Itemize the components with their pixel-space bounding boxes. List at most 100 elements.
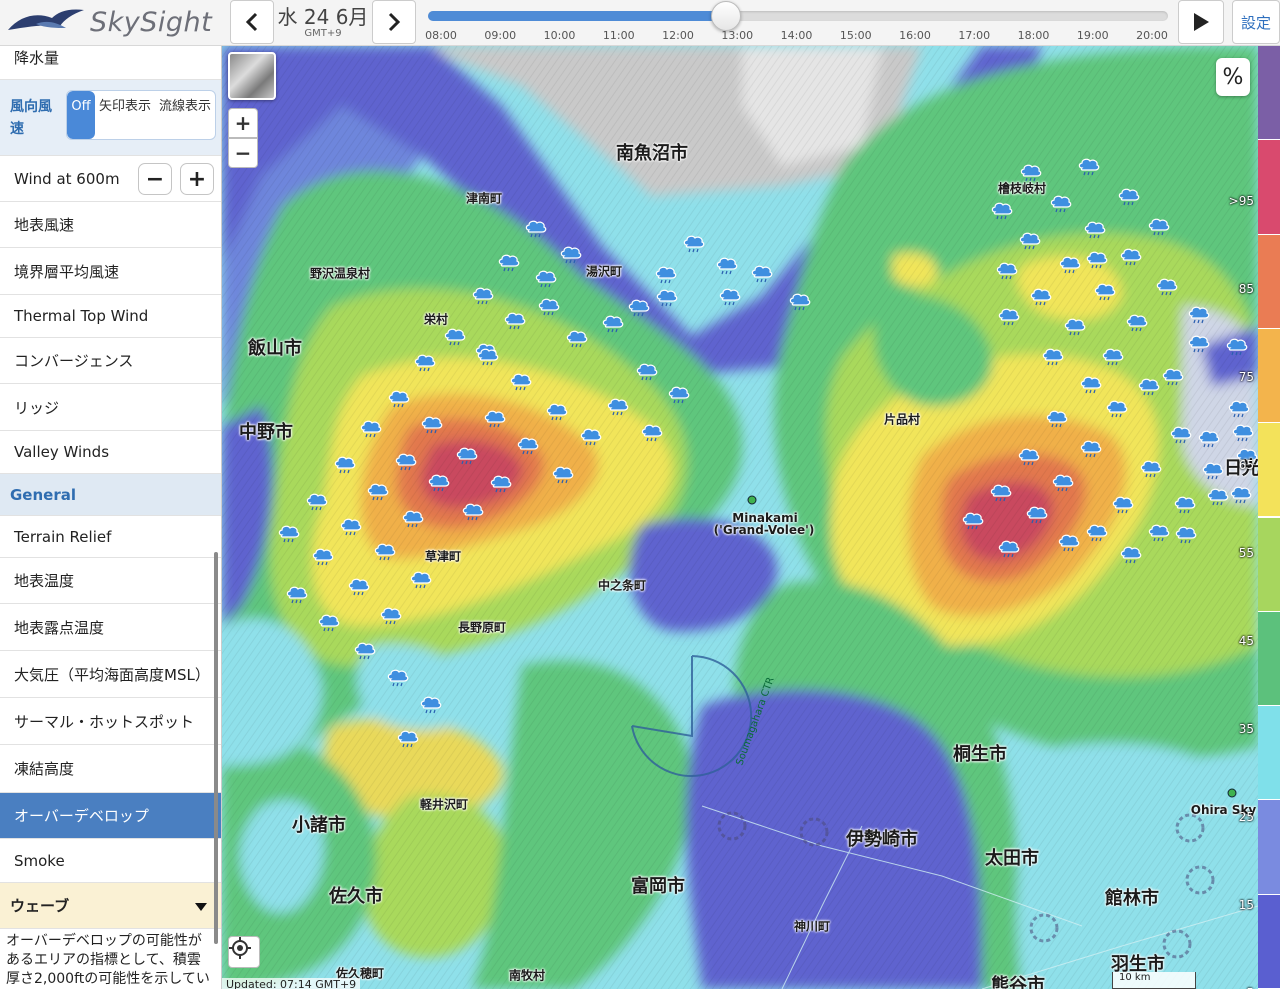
legend-value: 75 bbox=[1238, 370, 1254, 384]
timeline-tick[interactable]: 10:00 bbox=[544, 29, 576, 42]
sidebar-scrollbar[interactable] bbox=[214, 552, 218, 944]
bird-logo-icon bbox=[8, 9, 84, 31]
sidebar-item-label: 地表風速 bbox=[14, 216, 75, 234]
timeline-tick[interactable]: 16:00 bbox=[899, 29, 931, 42]
timeline-tick[interactable]: 09:00 bbox=[484, 29, 516, 42]
place-label: 長野原町 bbox=[457, 620, 507, 635]
timeline-tick[interactable]: 19:00 bbox=[1077, 29, 1109, 42]
sidebar-item-precipitation[interactable]: 降水量 bbox=[0, 46, 221, 80]
timeline-tick[interactable]: 08:00 bbox=[425, 29, 457, 42]
sidebar-item-label: Valley Winds bbox=[14, 443, 110, 461]
zoom-out-button[interactable]: − bbox=[228, 138, 258, 168]
color-legend: >9585756555453525155 bbox=[1229, 46, 1280, 989]
wind-direction-row: 風向風速 Off 矢印表示 流線表示 bbox=[0, 80, 221, 156]
wind-display-toggle[interactable]: Off 矢印表示 流線表示 bbox=[66, 90, 216, 140]
app-title: SkySight bbox=[90, 7, 213, 38]
timeline-tick[interactable]: 11:00 bbox=[603, 29, 635, 42]
sidebar-item-msl-pressure[interactable]: 大気圧（平均海面高度MSL） bbox=[0, 651, 221, 698]
updated-timestamp: Updated: 07:14 GMT+9 bbox=[222, 978, 361, 989]
sidebar-item-label: オーバーデベロップ bbox=[14, 807, 149, 825]
forecast-map[interactable]: Soumagahara CTR 南魚沼市 津南町 湯沢町野沢温泉村 栄村 飯山市… bbox=[222, 46, 1258, 989]
place-label: 湯沢町 bbox=[585, 264, 623, 279]
sidebar-item-smoke[interactable]: Smoke bbox=[0, 839, 221, 883]
sidebar-item-thermal-top-wind[interactable]: Thermal Top Wind bbox=[0, 295, 221, 338]
legend-value: 35 bbox=[1238, 722, 1254, 736]
place-label: 伊勢崎市 bbox=[846, 829, 918, 850]
wind-height-row: Wind at 600m − + bbox=[0, 156, 221, 202]
legend-value: 65 bbox=[1238, 458, 1254, 472]
next-day-button[interactable] bbox=[372, 0, 416, 44]
time-slider-thumb[interactable] bbox=[711, 1, 742, 31]
place-label: 軽井沢町 bbox=[419, 797, 469, 812]
section-label: General bbox=[10, 485, 76, 504]
settings-button[interactable]: 設定 bbox=[1232, 0, 1280, 44]
terrain-layer-icon[interactable] bbox=[228, 52, 276, 100]
place-label: 熊谷市 bbox=[991, 975, 1045, 989]
timeline-tick[interactable]: 14:00 bbox=[781, 29, 813, 42]
section-header-wave[interactable]: ウェーブ bbox=[0, 883, 221, 929]
timeline-tick[interactable]: 15:00 bbox=[840, 29, 872, 42]
wind-toggle-off[interactable]: Off bbox=[67, 91, 95, 139]
play-button[interactable] bbox=[1178, 0, 1224, 44]
place-label: ('Grand-Volee') bbox=[713, 523, 815, 537]
place-label: 佐久市 bbox=[329, 886, 383, 907]
sidebar-item-bl-avg-wind[interactable]: 境界層平均風速 bbox=[0, 248, 221, 295]
top-bar: SkySight 水 24 6月 GMT+9 08:00 09:00 10:00 11… bbox=[0, 0, 1280, 46]
legend-value: 45 bbox=[1238, 634, 1254, 648]
date-display: 水 24 6月 GMT+9 bbox=[276, 4, 370, 39]
wind-direction-label: 風向風速 bbox=[10, 98, 52, 137]
legend-color-band bbox=[1258, 140, 1280, 234]
wind-height-increase-button[interactable]: + bbox=[180, 163, 214, 195]
sidebar-item-terrain-relief[interactable]: Terrain Relief bbox=[0, 516, 221, 558]
place-label: 小諸市 bbox=[292, 815, 346, 836]
app-logo[interactable]: SkySight bbox=[6, 4, 226, 42]
place-label: 中之条町 bbox=[597, 578, 647, 593]
percent-button[interactable]: % bbox=[1216, 58, 1250, 96]
time-slider-track[interactable] bbox=[428, 11, 1168, 21]
section-label: ウェーブ bbox=[10, 897, 70, 915]
timeline-tick[interactable]: 12:00 bbox=[662, 29, 694, 42]
timeline-tick[interactable]: 17:00 bbox=[958, 29, 990, 42]
minus-icon: − bbox=[234, 141, 252, 165]
wind-height-decrease-button[interactable]: − bbox=[138, 163, 172, 195]
wind-toggle-arrows[interactable]: 矢印表示 bbox=[95, 91, 155, 139]
zoom-in-button[interactable]: + bbox=[228, 108, 258, 138]
place-label: 南牧村 bbox=[508, 968, 546, 983]
locate-button[interactable] bbox=[228, 936, 260, 968]
sidebar-item-convergence[interactable]: コンバージェンス bbox=[0, 338, 221, 384]
timeline-tick[interactable]: 18:00 bbox=[1018, 29, 1050, 42]
skysight-app: SkySight 水 24 6月 GMT+9 08:00 09:00 10:00 11… bbox=[0, 0, 1280, 989]
sidebar-item-freezing-level[interactable]: 凍結高度 bbox=[0, 745, 221, 793]
section-header-general: General bbox=[0, 474, 221, 516]
legend-value: 15 bbox=[1238, 898, 1254, 912]
sidebar-item-label: サーマル・ホットスポット bbox=[14, 712, 195, 731]
sidebar-item-label: Terrain Relief bbox=[14, 527, 112, 546]
wind-toggle-streamlines[interactable]: 流線表示 bbox=[155, 91, 215, 139]
legend-color-band bbox=[1258, 611, 1280, 706]
chevron-left-icon bbox=[245, 12, 258, 32]
prev-day-button[interactable] bbox=[230, 0, 274, 44]
place-label: 草津町 bbox=[424, 549, 462, 564]
sidebar-item-valley-winds[interactable]: Valley Winds bbox=[0, 431, 221, 474]
sidebar-item-thermal-hotspot[interactable]: サーマル・ホットスポット bbox=[0, 698, 221, 745]
sidebar-item-surface-temp[interactable]: 地表温度 bbox=[0, 558, 221, 604]
timeline-tick[interactable]: 20:00 bbox=[1136, 29, 1168, 42]
legend-color-band bbox=[1258, 894, 1280, 988]
layer-sidebar[interactable]: 降水量 風向風速 Off 矢印表示 流線表示 Wind at 600m − + … bbox=[0, 46, 222, 989]
sidebar-item-ridge[interactable]: リッジ bbox=[0, 384, 221, 431]
sidebar-item-overdevelopment[interactable]: オーバーデベロップ bbox=[0, 793, 221, 839]
place-label: 中野市 bbox=[239, 422, 293, 443]
time-slider[interactable]: 08:00 09:00 10:00 11:00 12:00 13:00 14:00 15:00… bbox=[420, 0, 1172, 46]
place-label: 飯山市 bbox=[248, 338, 302, 359]
place-label: 栄村 bbox=[423, 312, 449, 327]
map-scale-bar: 10 km bbox=[1112, 972, 1196, 989]
time-slider-fill bbox=[428, 11, 727, 21]
sidebar-item-surface-wind[interactable]: 地表風速 bbox=[0, 202, 221, 248]
timeline-tick[interactable]: 13:00 bbox=[721, 29, 753, 42]
chevron-right-icon bbox=[388, 12, 401, 32]
place-label: 神川町 bbox=[793, 919, 831, 934]
place-label: 片品村 bbox=[883, 412, 921, 427]
play-icon bbox=[1194, 13, 1209, 31]
place-label: 桐生市 bbox=[953, 744, 1007, 765]
sidebar-item-surface-dewpoint[interactable]: 地表露点温度 bbox=[0, 604, 221, 651]
